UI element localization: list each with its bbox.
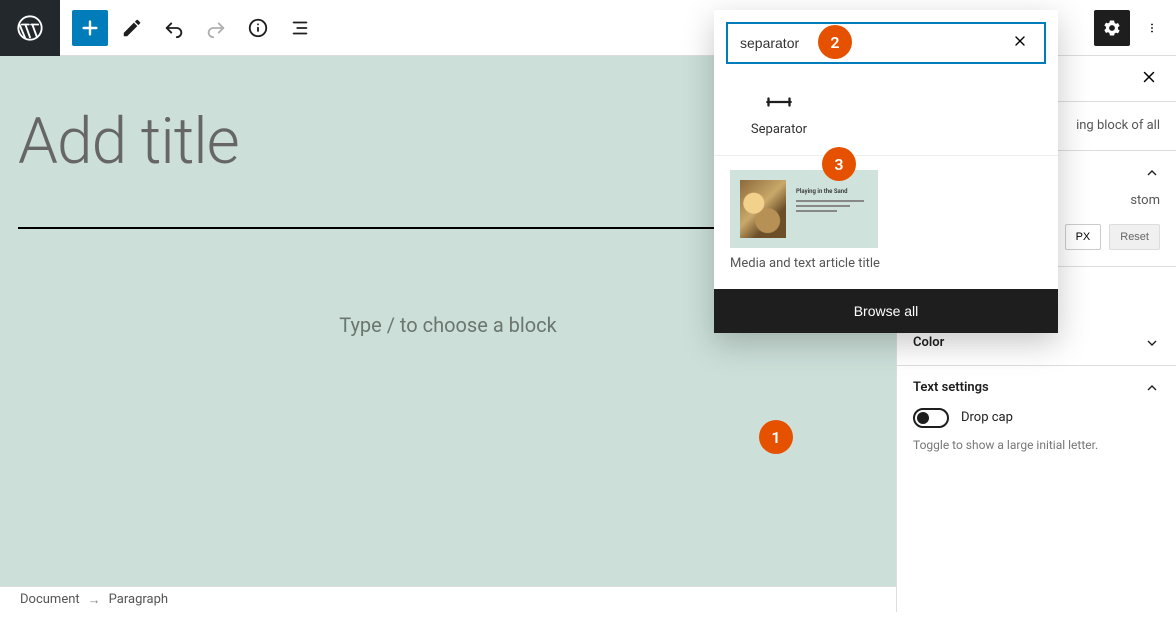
close-icon [1012,33,1028,49]
chevron-right-icon: → [88,592,101,608]
pattern-thumbnail-text: Playing in the Sand [796,188,864,215]
settings-button[interactable] [1094,10,1130,46]
redo-button[interactable] [198,10,234,46]
pattern-option-media-text[interactable]: Playing in the Sand [730,170,878,248]
block-breadcrumb: Document → Paragraph [0,586,896,612]
color-panel-label: Color [913,335,944,350]
inserter-patterns-list: Playing in the Sand Media and text artic… [714,156,1058,289]
pattern-thumbnail-image [740,180,786,238]
document-tools [60,10,330,46]
outline-button[interactable] [282,10,318,46]
plus-icon [79,17,101,39]
inserter-search [726,22,1046,64]
info-icon [247,17,269,39]
pencil-icon [121,17,143,39]
add-block-button[interactable] [72,10,108,46]
chevron-down-icon [1144,335,1160,351]
browse-all-button[interactable]: Browse all [714,289,1058,333]
wordpress-icon [16,14,44,42]
undo-button[interactable] [156,10,192,46]
clear-search-button[interactable] [1006,32,1034,55]
size-preset-label: stom [1130,193,1160,208]
block-inserter-popover: Separator Playing in the Sand Media and … [714,10,1058,333]
separator-icon [764,90,794,114]
unit-button[interactable]: PX [1065,224,1102,250]
inserter-search-input[interactable] [738,34,1006,52]
drop-cap-hint: Toggle to show a large initial letter. [913,438,1160,452]
pattern-option-label: Media and text article title [730,256,1042,271]
list-view-icon [289,17,311,39]
separator-block[interactable] [18,227,835,229]
drop-cap-label: Drop cap [961,410,1013,425]
redo-icon [205,17,227,39]
chevron-up-icon [1144,380,1160,396]
wordpress-logo[interactable] [0,0,60,56]
details-button[interactable] [240,10,276,46]
text-settings-label: Text settings [913,380,989,395]
edit-mode-button[interactable] [114,10,150,46]
chevron-up-icon [1144,165,1160,181]
inserter-blocks-list: Separator [714,76,1058,155]
more-menu-button[interactable] [1140,10,1164,46]
text-settings-panel[interactable]: Text settings Drop cap Toggle to show a … [897,366,1176,466]
close-sidebar-button[interactable] [1134,67,1164,91]
kebab-icon [1146,18,1158,38]
gear-icon [1102,18,1122,38]
breadcrumb-current[interactable]: Paragraph [109,592,168,607]
block-option-separator[interactable]: Separator [734,90,824,137]
block-option-label: Separator [751,122,807,137]
reset-size-button[interactable]: Reset [1109,224,1160,250]
drop-cap-toggle[interactable] [913,408,949,428]
undo-icon [163,17,185,39]
close-icon [1140,68,1158,86]
breadcrumb-root[interactable]: Document [20,592,80,607]
